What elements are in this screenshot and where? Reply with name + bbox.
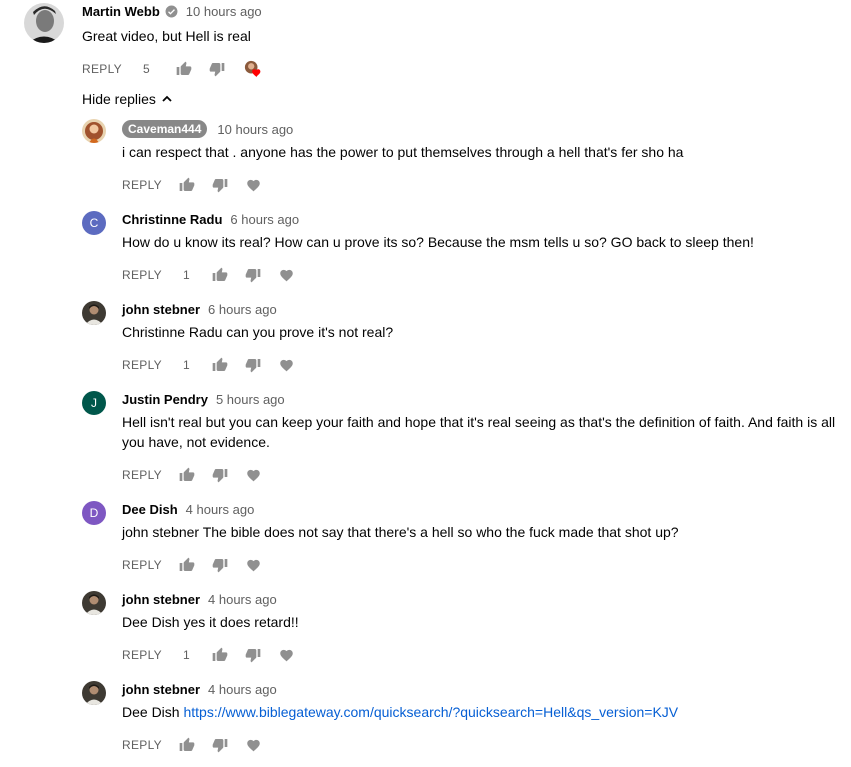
comment-header: Dee Dish 4 hours ago — [122, 502, 254, 517]
reply-button[interactable]: REPLY — [122, 358, 162, 372]
avatar-letter: C — [89, 216, 99, 230]
avatar-letter: D — [89, 506, 99, 520]
thumb-up-icon[interactable] — [178, 736, 196, 754]
comment-text: Christinne Radu can you prove it's not r… — [122, 324, 394, 340]
thumb-up-icon[interactable] — [211, 356, 229, 374]
comment-header: Christinne Radu 6 hours ago — [122, 212, 299, 227]
avatar[interactable]: J — [82, 391, 106, 415]
reply-button[interactable]: REPLY — [122, 738, 162, 752]
reply-button[interactable]: REPLY — [122, 268, 162, 282]
hide-replies-toggle[interactable]: Hide replies — [82, 91, 173, 107]
thumb-down-icon[interactable] — [208, 60, 226, 78]
like-count: 1 — [182, 648, 190, 662]
reply-button[interactable]: REPLY — [122, 648, 162, 662]
comment-header: Caveman444 10 hours ago — [122, 120, 293, 138]
comment-text: i can respect that . anyone has the powe… — [122, 144, 684, 160]
heart-icon[interactable] — [278, 266, 296, 284]
avatar[interactable] — [82, 119, 106, 143]
thumb-down-icon[interactable] — [211, 466, 229, 484]
heart-icon[interactable] — [278, 356, 296, 374]
author-name[interactable]: Dee Dish — [122, 502, 178, 517]
verified-icon — [165, 5, 178, 18]
like-count: 1 — [182, 358, 190, 372]
thumb-up-icon[interactable] — [178, 176, 196, 194]
thumb-up-icon[interactable] — [178, 466, 196, 484]
timestamp[interactable]: 5 hours ago — [216, 392, 285, 407]
comment-link[interactable]: https://www.biblegateway.com/quicksearch… — [183, 704, 678, 720]
timestamp[interactable]: 6 hours ago — [208, 302, 277, 317]
comment-text: Dee Dish https://www.biblegateway.com/qu… — [122, 702, 678, 722]
thumb-down-icon[interactable] — [211, 556, 229, 574]
thumb-up-icon[interactable] — [211, 266, 229, 284]
avatar[interactable] — [82, 301, 106, 325]
timestamp[interactable]: 6 hours ago — [230, 212, 299, 227]
thumb-up-icon[interactable] — [175, 60, 193, 78]
comment-header: john stebner 4 hours ago — [122, 592, 277, 607]
comment-actions: REPLY — [122, 555, 263, 575]
chevron-up-icon — [162, 95, 172, 102]
comment-text-line: you have, not evidence. — [122, 434, 270, 450]
like-count: 1 — [182, 268, 190, 282]
thumb-down-icon[interactable] — [211, 736, 229, 754]
comment-actions: REPLY — [122, 735, 263, 755]
mention-text: Dee Dish — [122, 704, 184, 720]
author-name[interactable]: Justin Pendry — [122, 392, 208, 407]
timestamp[interactable]: 10 hours ago — [186, 4, 262, 19]
reply-button[interactable]: REPLY — [122, 468, 162, 482]
avatar[interactable]: D — [82, 501, 106, 525]
reply-button[interactable]: REPLY — [122, 558, 162, 572]
creator-heart-icon — [244, 60, 262, 78]
timestamp[interactable]: 10 hours ago — [217, 122, 293, 137]
hide-replies-label: Hide replies — [82, 91, 156, 107]
comment-text: john stebner The bible does not say that… — [122, 524, 679, 540]
timestamp[interactable]: 4 hours ago — [208, 682, 277, 697]
thumb-down-icon[interactable] — [244, 266, 262, 284]
comment-actions: REPLY — [122, 465, 263, 485]
author-name[interactable]: john stebner — [122, 302, 200, 317]
thumb-down-icon[interactable] — [244, 356, 262, 374]
comment-thread: Martin Webb 10 hours ago Great video, bu… — [0, 0, 851, 767]
avatar[interactable]: C — [82, 211, 106, 235]
reply-button[interactable]: REPLY — [122, 178, 162, 192]
comment-text: How do u know its real? How can u prove … — [122, 234, 754, 250]
thumb-down-icon[interactable] — [244, 646, 262, 664]
like-count: 5 — [142, 62, 150, 76]
comment-actions: REPLY 5 — [82, 59, 262, 79]
heart-icon[interactable] — [245, 736, 263, 754]
heart-icon[interactable] — [278, 646, 296, 664]
thumb-up-icon[interactable] — [178, 556, 196, 574]
comment-header: john stebner 6 hours ago — [122, 302, 277, 317]
heart-icon[interactable] — [245, 466, 263, 484]
avatar-letter: J — [91, 396, 97, 410]
author-name[interactable]: john stebner — [122, 682, 200, 697]
heart-icon[interactable] — [245, 176, 263, 194]
comment-header: john stebner 4 hours ago — [122, 682, 277, 697]
author-badge[interactable]: Caveman444 — [122, 120, 208, 138]
author-name[interactable]: Martin Webb — [82, 4, 160, 19]
timestamp[interactable]: 4 hours ago — [186, 502, 255, 517]
avatar[interactable] — [82, 681, 106, 705]
heart-icon[interactable] — [245, 556, 263, 574]
comment-actions: REPLY 1 — [122, 355, 296, 375]
author-name[interactable]: Christinne Radu — [122, 212, 222, 227]
comment-text: Hell isn't real but you can keep your fa… — [122, 412, 835, 452]
thumb-down-icon[interactable] — [211, 176, 229, 194]
comment-header: Justin Pendry 5 hours ago — [122, 392, 285, 407]
avatar[interactable] — [82, 591, 106, 615]
thumb-up-icon[interactable] — [211, 646, 229, 664]
comment-text: Dee Dish yes it does retard!! — [122, 614, 299, 630]
comment-actions: REPLY — [122, 175, 263, 195]
reply-button[interactable]: REPLY — [82, 62, 122, 76]
comment-actions: REPLY 1 — [122, 645, 296, 665]
comment-actions: REPLY 1 — [122, 265, 296, 285]
comment-header: Martin Webb 10 hours ago — [82, 4, 262, 19]
timestamp[interactable]: 4 hours ago — [208, 592, 277, 607]
comment-text-line: Hell isn't real but you can keep your fa… — [122, 414, 836, 430]
avatar[interactable] — [24, 3, 64, 43]
author-name[interactable]: john stebner — [122, 592, 200, 607]
comment-text: Great video, but Hell is real — [82, 28, 251, 44]
